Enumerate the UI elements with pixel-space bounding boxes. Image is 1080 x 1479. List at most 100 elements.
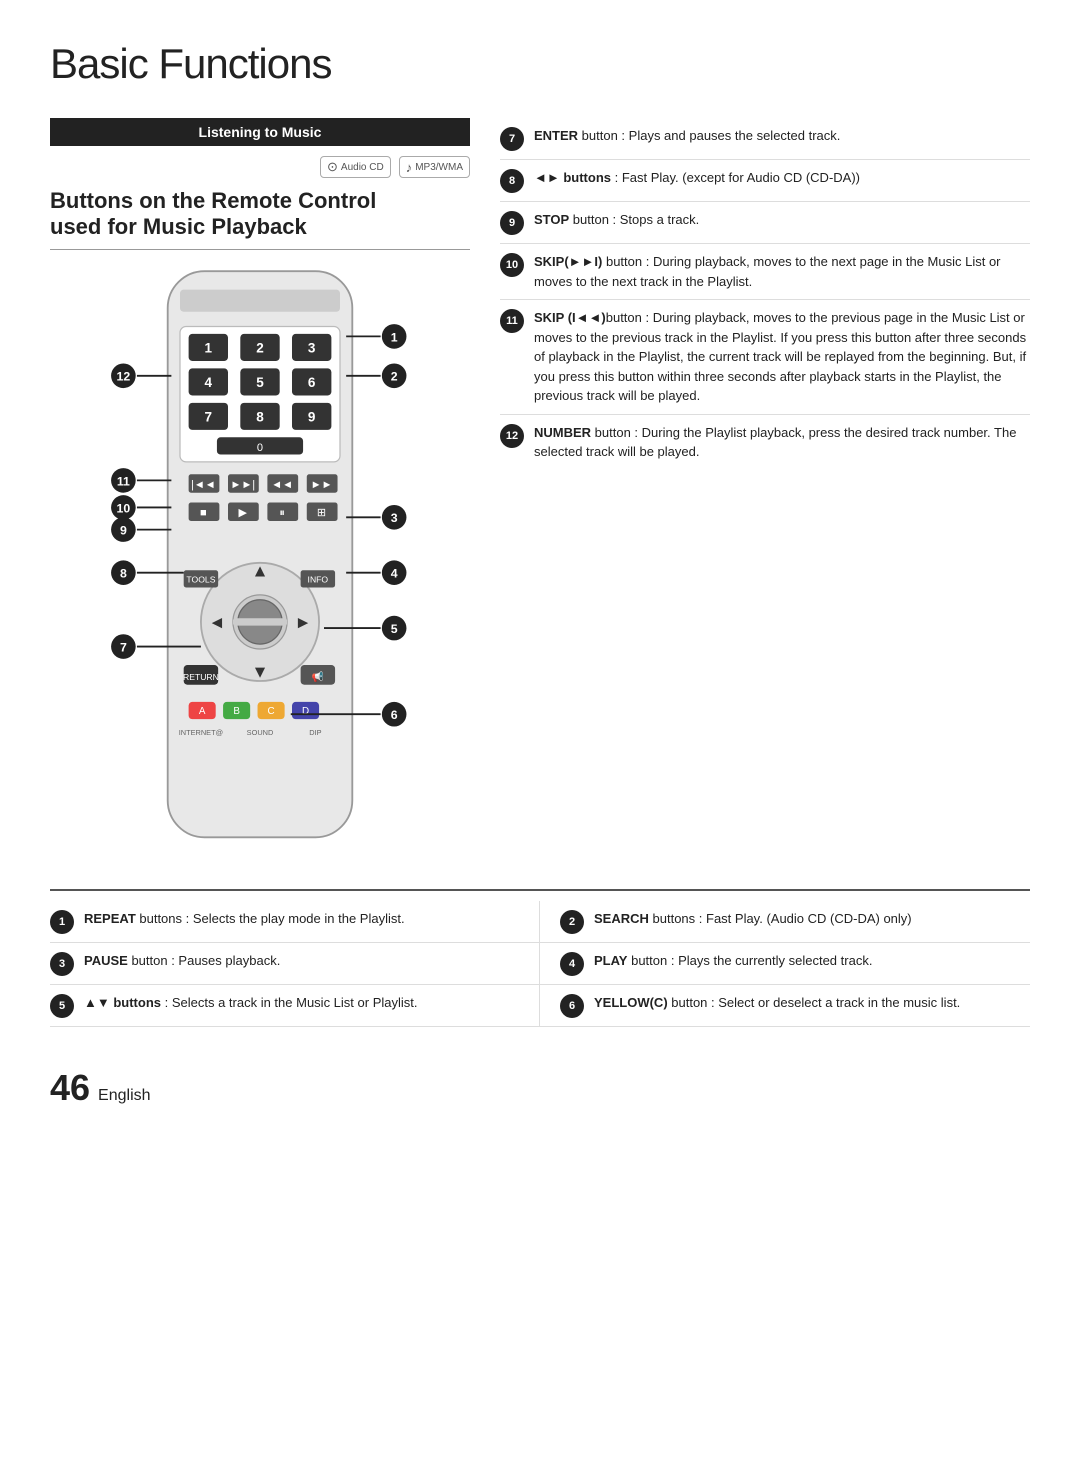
svg-text:|◄◄: |◄◄ bbox=[191, 479, 216, 491]
page-language: English bbox=[98, 1087, 150, 1105]
svg-text:►: ► bbox=[295, 612, 312, 632]
svg-text:D: D bbox=[302, 706, 309, 717]
item-number: 11 bbox=[500, 309, 524, 333]
svg-text:9: 9 bbox=[308, 409, 316, 424]
svg-text:📢: 📢 bbox=[312, 671, 324, 683]
page-number: 46 bbox=[50, 1067, 90, 1109]
svg-text:7: 7 bbox=[205, 409, 213, 424]
right-list-item: 7ENTER button : Plays and pauses the sel… bbox=[500, 118, 1030, 160]
section-header: Listening to Music bbox=[50, 118, 470, 146]
svg-text:INTERNET@: INTERNET@ bbox=[179, 728, 223, 737]
svg-text:B: B bbox=[233, 706, 240, 717]
svg-text:⏸: ⏸ bbox=[279, 507, 285, 519]
svg-text:1: 1 bbox=[205, 340, 213, 355]
svg-text:7: 7 bbox=[120, 640, 127, 654]
section-subtitle: Buttons on the Remote Control used for M… bbox=[50, 188, 470, 250]
svg-text:▶: ▶ bbox=[239, 507, 248, 519]
svg-text:8: 8 bbox=[256, 409, 264, 424]
right-list-item: 11 SKIP (I◄◄)button : During playback, mo… bbox=[500, 300, 1030, 415]
svg-text:6: 6 bbox=[391, 708, 398, 722]
right-items-list: 7ENTER button : Plays and pauses the sel… bbox=[500, 118, 1030, 470]
svg-text:1: 1 bbox=[391, 330, 398, 344]
svg-text:◄◄: ◄◄ bbox=[271, 479, 293, 491]
svg-text:3: 3 bbox=[391, 511, 398, 525]
item-description: SKIP(►►I) button : During playback, move… bbox=[534, 252, 1030, 291]
svg-text:INFO: INFO bbox=[308, 574, 329, 584]
item-number: 4 bbox=[560, 952, 584, 976]
svg-text:►►|: ►►| bbox=[230, 479, 255, 491]
svg-text:A: A bbox=[199, 706, 206, 717]
bottom-list-item: 2 SEARCH buttons : Fast Play. (Audio CD (… bbox=[540, 901, 1030, 943]
item-description: SKIP (I◄◄)button : During playback, move… bbox=[534, 308, 1030, 406]
bottom-list-item: 1 REPEAT buttons : Selects the play mode … bbox=[50, 901, 540, 943]
svg-text:DIP: DIP bbox=[309, 728, 321, 737]
svg-text:0: 0 bbox=[257, 442, 263, 454]
svg-text:6: 6 bbox=[308, 375, 316, 390]
svg-text:►►: ►► bbox=[311, 479, 333, 491]
right-column: 7ENTER button : Plays and pauses the sel… bbox=[500, 118, 1030, 859]
right-list-item: 10 SKIP(►►I) button : During playback, mo… bbox=[500, 244, 1030, 300]
svg-text:8: 8 bbox=[120, 566, 127, 580]
svg-text:2: 2 bbox=[256, 340, 264, 355]
svg-text:11: 11 bbox=[117, 474, 130, 488]
item-number: 6 bbox=[560, 994, 584, 1018]
bottom-list-item: 5 ▲▼ buttons : Selects a track in the Mus… bbox=[50, 985, 540, 1027]
svg-text:⊞: ⊞ bbox=[317, 507, 326, 519]
item-number: 3 bbox=[50, 952, 74, 976]
item-number: 5 bbox=[50, 994, 74, 1018]
bottom-section: 1 REPEAT buttons : Selects the play mode … bbox=[50, 889, 1030, 1027]
mp3-wma-badge: ♪ MP3/WMA bbox=[399, 156, 470, 178]
svg-text:2: 2 bbox=[391, 369, 398, 383]
bottom-list-item: 4 PLAY button : Plays the currently selec… bbox=[540, 943, 1030, 985]
left-column: Listening to Music ⊙ Audio CD ♪ MP3/WMA … bbox=[50, 118, 470, 859]
remote-control-diagram: 1 2 3 4 5 6 7 8 9 0 bbox=[100, 265, 420, 859]
svg-text:■: ■ bbox=[200, 507, 207, 519]
svg-text:◄: ◄ bbox=[208, 612, 225, 632]
item-number: 9 bbox=[500, 211, 524, 235]
right-list-item: 9 STOP button : Stops a track. bbox=[500, 202, 1030, 244]
icons-row: ⊙ Audio CD ♪ MP3/WMA bbox=[50, 156, 470, 178]
right-list-item: 12 NUMBER button : During the Playlist pl… bbox=[500, 415, 1030, 470]
item-number: 10 bbox=[500, 253, 524, 277]
item-description: PLAY button : Plays the currently select… bbox=[594, 951, 1018, 971]
item-description: PAUSE button : Pauses playback. bbox=[84, 951, 519, 971]
bottom-items-grid: 1 REPEAT buttons : Selects the play mode … bbox=[50, 901, 1030, 1027]
item-number: 1 bbox=[50, 910, 74, 934]
svg-text:3: 3 bbox=[308, 340, 316, 355]
svg-text:C: C bbox=[268, 706, 275, 717]
svg-text:4: 4 bbox=[205, 375, 213, 390]
svg-text:10: 10 bbox=[117, 501, 131, 515]
page-footer: 46 English bbox=[50, 1067, 1030, 1109]
page-title: Basic Functions bbox=[50, 40, 1030, 88]
audio-cd-badge: ⊙ Audio CD bbox=[320, 156, 391, 178]
svg-text:SOUND: SOUND bbox=[247, 728, 274, 737]
item-description: ▲▼ buttons : Selects a track in the Musi… bbox=[84, 993, 519, 1013]
item-number: 8 bbox=[500, 169, 524, 193]
svg-text:▼: ▼ bbox=[251, 661, 268, 681]
item-description: ◄► buttons : Fast Play. (except for Audi… bbox=[534, 168, 1030, 188]
bottom-list-item: 6 YELLOW(C) button : Select or deselect a… bbox=[540, 985, 1030, 1027]
audio-cd-label: Audio CD bbox=[341, 162, 384, 173]
item-number: 2 bbox=[560, 910, 584, 934]
item-description: ENTER button : Plays and pauses the sele… bbox=[534, 126, 1030, 146]
svg-text:12: 12 bbox=[117, 369, 131, 383]
item-description: NUMBER button : During the Playlist play… bbox=[534, 423, 1030, 462]
svg-text:5: 5 bbox=[391, 622, 398, 636]
svg-text:TOOLS: TOOLS bbox=[186, 574, 215, 584]
audio-cd-icon: ⊙ bbox=[327, 159, 338, 175]
item-description: YELLOW(C) button : Select or deselect a … bbox=[594, 993, 1018, 1013]
mp3-icon: ♪ bbox=[406, 160, 413, 175]
right-list-item: 8 ◄► buttons : Fast Play. (except for Aud… bbox=[500, 160, 1030, 202]
svg-text:RETURN: RETURN bbox=[183, 672, 219, 682]
svg-text:4: 4 bbox=[391, 566, 398, 580]
svg-text:▲: ▲ bbox=[251, 560, 268, 580]
remote-svg: 1 2 3 4 5 6 7 8 9 0 bbox=[100, 265, 420, 856]
bottom-list-item: 3 PAUSE button : Pauses playback. bbox=[50, 943, 540, 985]
item-description: SEARCH buttons : Fast Play. (Audio CD (C… bbox=[594, 909, 1018, 929]
item-description: REPEAT buttons : Selects the play mode i… bbox=[84, 909, 519, 929]
svg-text:5: 5 bbox=[256, 375, 264, 390]
mp3-label: MP3/WMA bbox=[415, 162, 463, 173]
item-number: 12 bbox=[500, 424, 524, 448]
item-description: STOP button : Stops a track. bbox=[534, 210, 1030, 230]
svg-text:9: 9 bbox=[120, 523, 127, 537]
